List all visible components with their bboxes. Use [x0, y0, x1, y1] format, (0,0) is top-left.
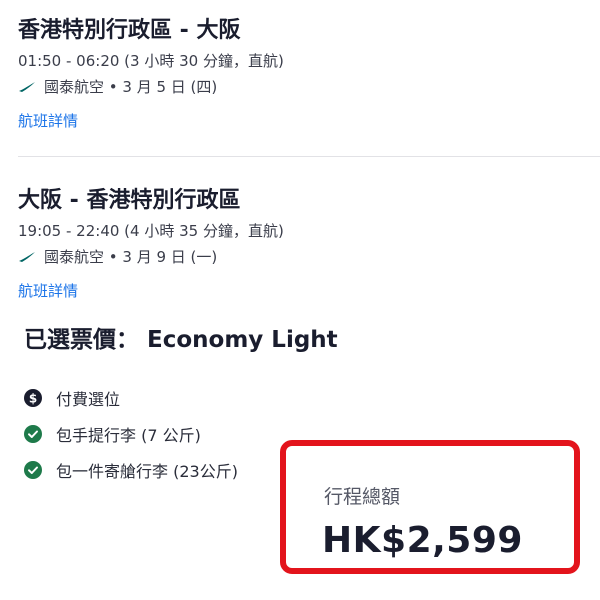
outbound-route-title: 香港特別行政區 - 大阪	[18, 18, 241, 43]
fare-feature-label: 付費選位	[56, 390, 121, 409]
fare-features-list: $ 付費選位 包手提行李 (7 公斤) 包一件寄艙行李 (23公斤)	[24, 380, 238, 488]
svg-text:$: $	[29, 392, 37, 406]
cathay-logo-icon	[19, 252, 35, 262]
fare-feature-paid-seat: $ 付費選位	[24, 380, 238, 416]
flight-divider	[18, 156, 600, 157]
trip-total-price: HK$2,599	[322, 520, 523, 561]
return-route-title: 大阪 - 香港特別行政區	[18, 188, 241, 213]
return-flight: 大阪 - 香港特別行政區 19:05 - 22:40 (4 小時 35 分鐘，直…	[18, 186, 598, 302]
return-time: 19:05 - 22:40 (4 小時 35 分鐘，直航)	[18, 222, 284, 240]
check-circle-icon	[24, 425, 42, 443]
dollar-circle-icon: $	[24, 389, 42, 407]
outbound-airline-info: 國泰航空 • 3 月 5 日 (四)	[44, 78, 218, 96]
outbound-flight: 香港特別行政區 - 大阪 01:50 - 06:20 (3 小時 30 分鐘，直…	[18, 16, 598, 132]
cathay-logo-icon	[19, 82, 35, 92]
outbound-time: 01:50 - 06:20 (3 小時 30 分鐘，直航)	[18, 52, 284, 70]
fare-feature-checked-bag: 包一件寄艙行李 (23公斤)	[24, 452, 238, 488]
outbound-flight-details-link[interactable]: 航班詳情	[18, 110, 78, 132]
fare-feature-label: 包手提行李 (7 公斤)	[56, 426, 201, 445]
return-airline-row: 國泰航空 • 3 月 9 日 (一)	[18, 246, 598, 268]
selected-fare-heading: 已選票價： Economy Light	[24, 327, 338, 353]
fare-feature-carry-on: 包手提行李 (7 公斤)	[24, 416, 238, 452]
trip-total-label: 行程總額	[324, 486, 401, 508]
return-airline-info: 國泰航空 • 3 月 9 日 (一)	[44, 248, 218, 266]
check-circle-icon	[24, 461, 42, 479]
trip-total-box: 行程總額 HK$2,599	[280, 440, 580, 574]
fare-feature-label: 包一件寄艙行李 (23公斤)	[56, 462, 238, 481]
return-flight-details-link[interactable]: 航班詳情	[18, 280, 78, 302]
outbound-airline-row: 國泰航空 • 3 月 5 日 (四)	[18, 76, 598, 98]
